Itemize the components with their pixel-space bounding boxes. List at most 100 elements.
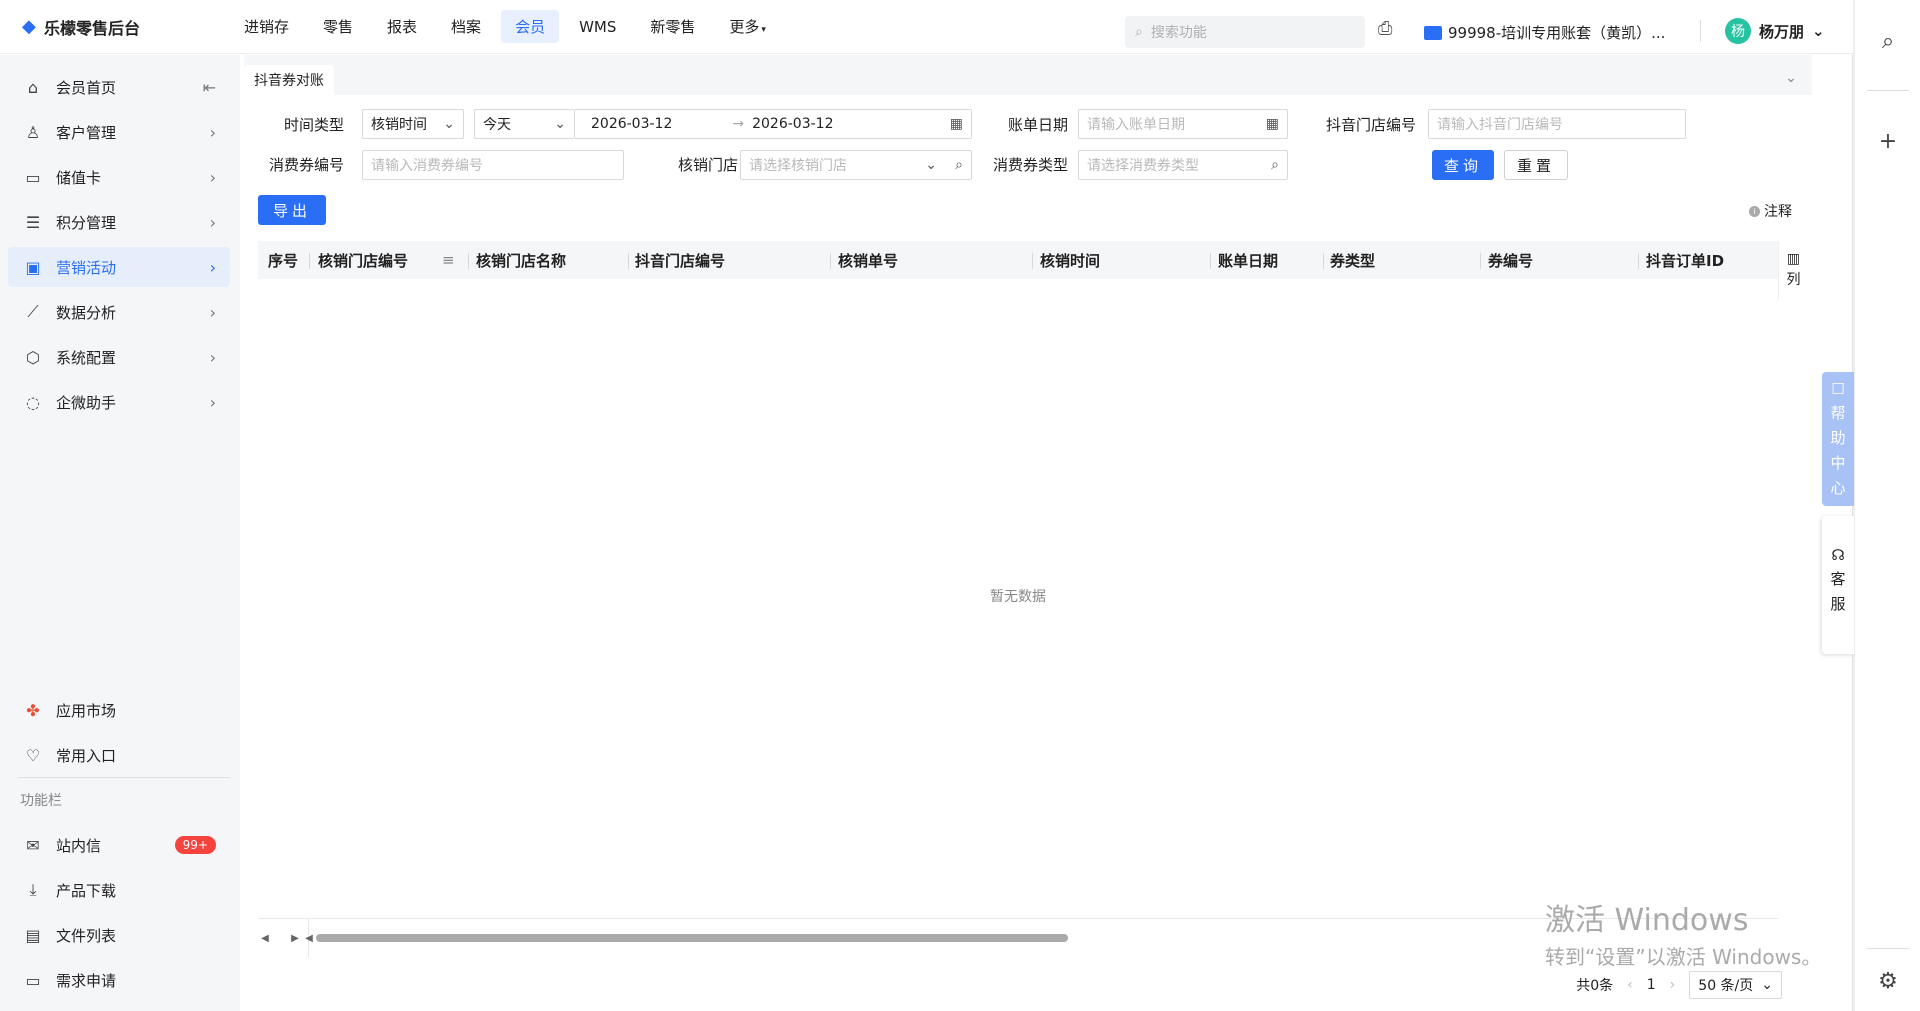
scroll-left-icon[interactable]: ◀ (302, 933, 316, 944)
search-icon: ⌕ (1135, 24, 1143, 40)
column-divider[interactable] (309, 253, 310, 269)
sidebar-item-label: 数据分析 (56, 303, 117, 322)
horizontal-scrollbar[interactable]: ◀ ▶ ◀ (258, 931, 1778, 945)
nav-item-reports[interactable]: 报表 (373, 10, 431, 43)
sidebar-item-app-market[interactable]: ✤ 应用市场 (8, 690, 230, 730)
sidebar-item-file-list[interactable]: ▤ 文件列表 (8, 915, 230, 955)
verify-store-select[interactable]: 请选择核销门店 ⌄ ⌕ (740, 150, 972, 180)
date-start[interactable]: 2026-03-12 (583, 116, 672, 132)
column-divider[interactable] (830, 253, 831, 269)
period-select[interactable]: 今天 ⌄ (474, 109, 574, 139)
nav-item-member[interactable]: 会员 (501, 10, 560, 43)
nav-item-archive[interactable]: 档案 (437, 10, 495, 43)
column-header-coupon-no[interactable]: 券编号 (1488, 241, 1533, 279)
bill-date-input[interactable]: 请输入账单日期 ▦ (1078, 109, 1288, 139)
column-divider[interactable] (628, 253, 629, 269)
nav-item-more[interactable]: 更多 ▾ (715, 10, 780, 43)
scrollbar-track[interactable] (316, 934, 1778, 942)
sidebar-item-stored-card[interactable]: ▭ 储值卡 › (8, 157, 230, 197)
sidebar-item-analysis[interactable]: ⟋ 数据分析 › (8, 292, 230, 332)
column-header-coupon-type[interactable]: 券类型 (1330, 241, 1375, 279)
date-end[interactable]: 2026-03-12 (752, 116, 833, 132)
help-char: 助 (1830, 429, 1846, 447)
query-button[interactable]: 查询 (1432, 150, 1494, 180)
column-divider[interactable] (1480, 253, 1481, 269)
sidebar-item-requests[interactable]: ▭ 需求申请 (8, 960, 230, 1000)
page-size-select[interactable]: 50 条/页 ⌄ (1689, 971, 1782, 999)
sidebar-item-customers[interactable]: ♙ 客户管理 › (8, 112, 230, 152)
column-header-verify-store-name[interactable]: 核销门店名称 (476, 241, 566, 279)
sidebar-item-messages[interactable]: ✉ 站内信 99+ (8, 825, 230, 865)
nav-item-retail[interactable]: 零售 (309, 10, 367, 43)
date-range-picker[interactable]: 2026-03-12 → 2026-03-12 ▦ (574, 109, 972, 139)
app-market-icon: ✤ (26, 700, 40, 720)
nav-item-inventory[interactable]: 进销存 (230, 10, 303, 43)
collapse-icon[interactable]: ⇤ (203, 78, 216, 97)
chevron-down-icon[interactable]: ⌄ (1776, 65, 1806, 91)
sidebar-item-favorites[interactable]: ♡ 常用入口 (8, 735, 230, 775)
column-header-douyin-order-id[interactable]: 抖音订单ID (1646, 241, 1724, 279)
help-char: 中 (1830, 454, 1846, 472)
column-divider[interactable] (1032, 253, 1033, 269)
search-icon[interactable]: ⌕ (1875, 28, 1901, 54)
current-page[interactable]: 1 (1647, 977, 1656, 993)
douyin-store-input[interactable]: 请输入抖音门店编号 (1428, 109, 1686, 139)
help-center-tab[interactable]: ☐ 帮 助 中 心 (1822, 372, 1854, 506)
column-divider[interactable] (1210, 253, 1211, 269)
search-icon[interactable]: ⌕ (955, 157, 963, 173)
main-content: 抖音券对账 ⌄ 时间类型 核销时间 ⌄ 今天 ⌄ 2026-03-12 → 20… (244, 55, 1812, 1011)
time-type-select[interactable]: 核销时间 ⌄ (362, 109, 464, 139)
user-menu[interactable]: 杨 杨万朋 ⌄ (1725, 18, 1825, 44)
add-icon[interactable]: + (1875, 128, 1901, 154)
customer-service-tab[interactable]: ☊ 客 服 (1822, 516, 1854, 654)
column-header-verify-store-no[interactable]: 核销门店编号 (318, 241, 408, 279)
reset-button[interactable]: 重置 (1504, 150, 1568, 180)
note-toggle[interactable]: i 注释 (1749, 201, 1792, 221)
column-divider[interactable] (1638, 253, 1639, 269)
sidebar-item-member-home[interactable]: ⌂ 会员首页 ⇤ (8, 67, 230, 107)
tab-douyin-coupon-reconcile[interactable]: 抖音券对账 (244, 65, 334, 95)
function-search[interactable]: ⌕ 搜索功能 (1125, 16, 1365, 48)
sidebar-item-marketing[interactable]: ▣ 营销活动 › (8, 247, 230, 287)
sidebar-item-downloads[interactable]: ⤓ 产品下载 (8, 870, 230, 910)
home-icon: ⌂ (27, 77, 39, 97)
gear-icon[interactable]: ⚙ (1875, 968, 1901, 994)
column-header-bill-date[interactable]: 账单日期 (1218, 241, 1278, 279)
sidebar-item-points[interactable]: ☰ 积分管理 › (8, 202, 230, 242)
column-divider[interactable] (468, 253, 469, 269)
prev-page-icon[interactable]: ‹ (1627, 977, 1633, 993)
coupon-type-select[interactable]: 请选择消费券类型 ⌕ (1078, 150, 1288, 180)
sidebar-item-wecom-assistant[interactable]: ◌ 企微助手 › (8, 382, 230, 422)
time-type-value: 核销时间 (371, 117, 427, 133)
column-menu-icon[interactable]: ≡ (442, 241, 455, 279)
scroll-right-icon[interactable]: ▶ (288, 933, 302, 944)
column-header-verify-order-no[interactable]: 核销单号 (838, 241, 898, 279)
function-search-placeholder: 搜索功能 (1150, 25, 1207, 41)
chevron-right-icon: › (209, 212, 216, 232)
douyin-store-placeholder: 请输入抖音门店编号 (1437, 117, 1563, 133)
column-divider[interactable] (1323, 253, 1324, 269)
nav-item-wms[interactable]: WMS (565, 12, 630, 42)
headset-icon: ☊ (1831, 546, 1845, 564)
user-name: 杨万朋 (1759, 22, 1805, 41)
settings-icon: ⬡ (26, 347, 40, 367)
column-header-verify-time[interactable]: 核销时间 (1040, 241, 1100, 279)
printer-icon[interactable]: ⎙ (1378, 18, 1402, 42)
column-header-douyin-store-no[interactable]: 抖音门店编号 (635, 241, 725, 279)
nav-item-new-retail[interactable]: 新零售 (636, 10, 709, 43)
app-window: ◆ 乐檬零售后台 进销存 零售 报表 档案 会员 WMS 新零售 更多 ▾ ⌕ 搜… (0, 0, 1854, 1011)
logo-icon: ◆ (22, 15, 36, 37)
column-header-index[interactable]: 序号 (268, 241, 298, 279)
logo[interactable]: ◆ 乐檬零售后台 (0, 15, 220, 39)
column-settings[interactable]: ▥ 列 (1778, 241, 1808, 299)
account-selector[interactable]: 99998-培训专用账套（黄凯）... (1424, 22, 1665, 43)
sidebar-item-system-config[interactable]: ⬡ 系统配置 › (8, 337, 230, 377)
scrollbar-thumb[interactable] (316, 934, 1068, 942)
divider (18, 777, 230, 778)
next-page-icon[interactable]: › (1670, 977, 1676, 993)
request-icon: ▭ (25, 970, 41, 990)
scroll-left-icon[interactable]: ◀ (258, 933, 272, 944)
export-button[interactable]: 导出 (258, 195, 326, 225)
coupon-no-label: 消费券编号 (268, 156, 344, 174)
coupon-no-input[interactable]: 请输入消费券编号 (362, 150, 624, 180)
